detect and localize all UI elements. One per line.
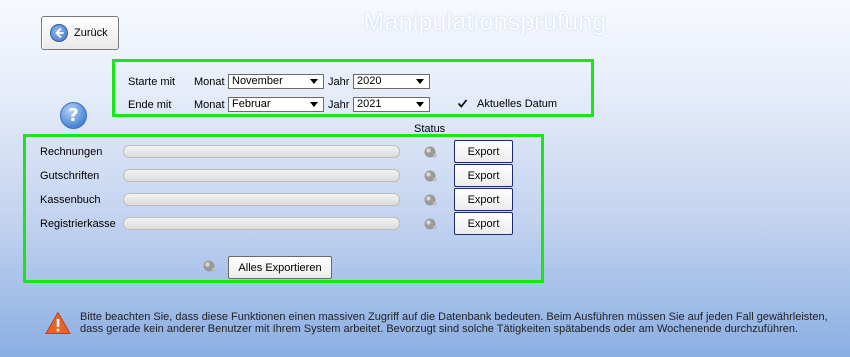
current-date-checkbox[interactable]: [456, 97, 469, 110]
end-year-label: Jahr: [328, 99, 350, 111]
row-label-rechnungen: Rechnungen: [40, 146, 103, 158]
end-year-value: 2021: [357, 98, 382, 110]
end-year-select[interactable]: 2021: [353, 97, 430, 112]
warning-notice-text: Bitte beachten Sie, dass diese Funktione…: [80, 311, 828, 335]
start-month-label: Monat: [194, 76, 225, 88]
progress-bar-registrierkasse: [123, 217, 400, 230]
row-label-kassenbuch: Kassenbuch: [40, 194, 101, 206]
start-month-select[interactable]: November: [228, 74, 324, 89]
end-month-label: Monat: [194, 99, 225, 111]
export-button-registrierkasse[interactable]: Export: [454, 212, 513, 235]
end-label: Ende mit: [128, 99, 172, 111]
row-label-gutschriften: Gutschriften: [40, 170, 100, 182]
start-year-value: 2020: [357, 75, 382, 87]
back-button[interactable]: Zurück: [41, 16, 119, 50]
checkmark-icon: [457, 99, 468, 108]
status-icon: [203, 260, 216, 272]
export-button-rechnungen[interactable]: Export: [454, 140, 513, 163]
export-button-kassenbuch[interactable]: Export: [454, 188, 513, 211]
chevron-down-icon: [310, 102, 318, 107]
start-month-value: November: [232, 75, 283, 87]
status-icon: [424, 194, 437, 206]
end-month-value: Februar: [232, 98, 271, 110]
progress-bar-rechnungen: [123, 145, 400, 158]
status-icon: [424, 170, 437, 182]
status-icon: [424, 218, 437, 230]
start-year-select[interactable]: 2020: [353, 74, 430, 89]
row-label-registrierkasse: Registrierkasse: [40, 218, 116, 230]
chevron-down-icon: [416, 102, 424, 107]
current-date-label: Aktuelles Datum: [477, 98, 558, 110]
warning-icon: [45, 311, 71, 334]
export-all-button[interactable]: Alles Exportieren: [228, 256, 332, 279]
progress-bar-gutschriften: [123, 169, 400, 182]
chevron-down-icon: [310, 79, 318, 84]
progress-bar-kassenbuch: [123, 193, 400, 206]
end-month-select[interactable]: Februar: [228, 97, 324, 112]
export-button-gutschriften[interactable]: Export: [454, 164, 513, 187]
page-title: Manipulationsprüfung: [363, 8, 607, 36]
arrow-left-icon: [50, 24, 68, 42]
start-label: Starte mit: [128, 76, 176, 88]
status-icon: [424, 146, 437, 158]
back-button-label: Zurück: [74, 27, 108, 39]
chevron-down-icon: [416, 79, 424, 84]
help-icon[interactable]: ?: [60, 102, 87, 129]
start-year-label: Jahr: [328, 76, 350, 88]
